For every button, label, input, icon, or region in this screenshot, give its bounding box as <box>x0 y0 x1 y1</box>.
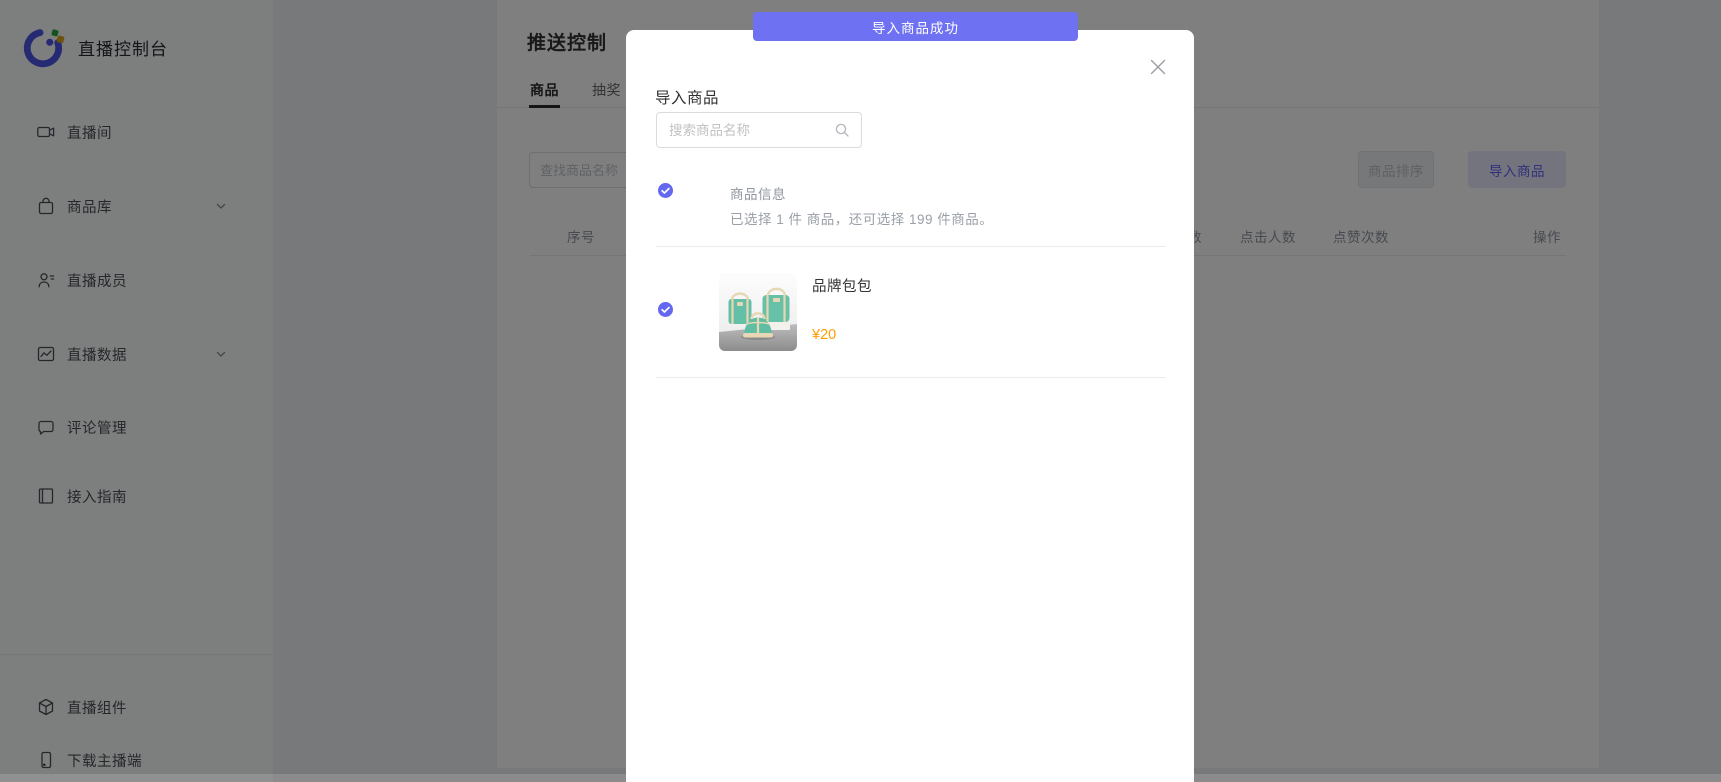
select-all-checkbox[interactable] <box>658 183 673 198</box>
close-icon[interactable] <box>1148 57 1168 77</box>
product-price: ¥20 <box>812 327 836 343</box>
modal-search-input[interactable] <box>656 112 862 148</box>
modal-divider <box>656 377 1166 378</box>
live-console-screen: 直播控制台 直播间 商品库 直播成员 <box>0 0 1721 782</box>
import-products-modal: 导入商品 商品信息 已选择 1 件 商品，还可选择 199 件商品。 <box>626 30 1194 782</box>
selection-status-text: 已选择 1 件 商品，还可选择 199 件商品。 <box>730 208 993 228</box>
product-image <box>719 273 797 351</box>
toast-message: 导入商品成功 <box>872 17 959 37</box>
product-checkbox[interactable] <box>658 302 673 317</box>
modal-divider <box>656 246 1166 247</box>
modal-search-wrap <box>656 112 862 148</box>
product-name: 品牌包包 <box>812 275 872 296</box>
modal-title: 导入商品 <box>655 86 719 108</box>
success-toast: 导入商品成功 <box>753 12 1078 41</box>
search-icon <box>834 122 850 138</box>
info-title: 商品信息 <box>730 183 786 203</box>
handbags-image <box>719 273 797 351</box>
